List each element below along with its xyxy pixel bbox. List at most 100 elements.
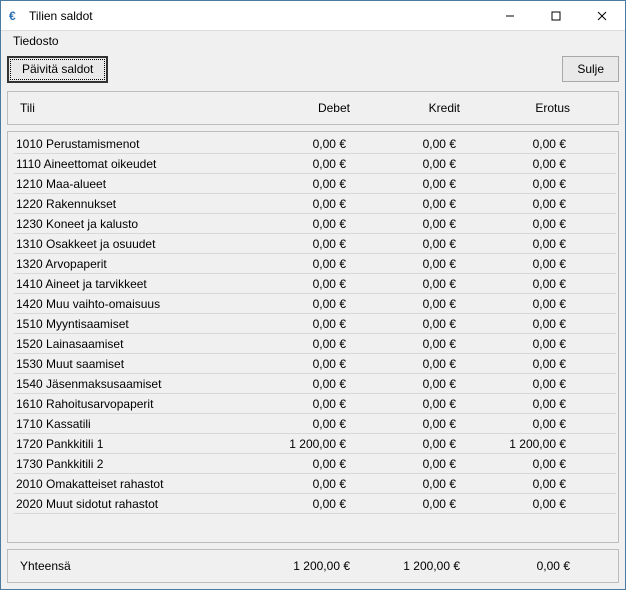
table-row[interactable]: 1010 Perustamismenot0,00 €0,00 €0,00 € [14, 134, 616, 154]
cell-credit: 0,00 € [354, 157, 464, 171]
table-row[interactable]: 1420 Muu vaihto-omaisuus0,00 €0,00 €0,00… [14, 294, 616, 314]
table-row[interactable]: 1530 Muut saamiset0,00 €0,00 €0,00 € [14, 354, 616, 374]
table-row[interactable]: 1510 Myyntisaamiset0,00 €0,00 €0,00 € [14, 314, 616, 334]
cell-account: 1540 Jäsenmaksusaamiset [14, 377, 244, 391]
cell-credit: 0,00 € [354, 317, 464, 331]
cell-debit: 0,00 € [244, 357, 354, 371]
cell-debit: 0,00 € [244, 497, 354, 511]
total-label: Yhteensä [18, 559, 248, 573]
cell-diff: 0,00 € [464, 377, 574, 391]
cell-diff: 0,00 € [464, 497, 574, 511]
table-row[interactable]: 1320 Arvopaperit0,00 €0,00 €0,00 € [14, 254, 616, 274]
table-row[interactable]: 1730 Pankkitili 20,00 €0,00 €0,00 € [14, 454, 616, 474]
cell-credit: 0,00 € [354, 397, 464, 411]
cell-diff: 0,00 € [464, 357, 574, 371]
cell-debit: 0,00 € [244, 297, 354, 311]
table-row[interactable]: 1610 Rahoitusarvopaperit0,00 €0,00 €0,00… [14, 394, 616, 414]
cell-debit: 0,00 € [244, 217, 354, 231]
table-row[interactable]: 1720 Pankkitili 11 200,00 €0,00 €1 200,0… [14, 434, 616, 454]
cell-account: 1010 Perustamismenot [14, 137, 244, 151]
cell-credit: 0,00 € [354, 297, 464, 311]
cell-credit: 0,00 € [354, 457, 464, 471]
table-row[interactable]: 1310 Osakkeet ja osuudet0,00 €0,00 €0,00… [14, 234, 616, 254]
window: € Tilien saldot Tiedosto Päivitä saldot … [0, 0, 626, 590]
cell-diff: 0,00 € [464, 237, 574, 251]
cell-diff: 0,00 € [464, 157, 574, 171]
cell-account: 1510 Myyntisaamiset [14, 317, 244, 331]
cell-account: 1530 Muut saamiset [14, 357, 244, 371]
cell-account: 1230 Koneet ja kalusto [14, 217, 244, 231]
minimize-button[interactable] [487, 1, 533, 31]
cell-diff: 0,00 € [464, 197, 574, 211]
cell-debit: 0,00 € [244, 377, 354, 391]
cell-account: 1210 Maa-alueet [14, 177, 244, 191]
total-credit: 1 200,00 € [358, 559, 468, 573]
cell-credit: 0,00 € [354, 137, 464, 151]
cell-account: 1410 Aineet ja tarvikkeet [14, 277, 244, 291]
cell-diff: 0,00 € [464, 317, 574, 331]
table-row[interactable]: 1520 Lainasaamiset0,00 €0,00 €0,00 € [14, 334, 616, 354]
cell-credit: 0,00 € [354, 377, 464, 391]
cell-debit: 1 200,00 € [244, 437, 354, 451]
cell-diff: 0,00 € [464, 277, 574, 291]
cell-account: 1610 Rahoitusarvopaperit [14, 397, 244, 411]
cell-credit: 0,00 € [354, 177, 464, 191]
cell-credit: 0,00 € [354, 477, 464, 491]
window-title: Tilien saldot [29, 9, 487, 23]
cell-credit: 0,00 € [354, 257, 464, 271]
content: Tili Debet Kredit Erotus 1010 Perustamis… [1, 87, 625, 589]
cell-diff: 0,00 € [464, 137, 574, 151]
table-row[interactable]: 1540 Jäsenmaksusaamiset0,00 €0,00 €0,00 … [14, 374, 616, 394]
cell-debit: 0,00 € [244, 277, 354, 291]
cell-account: 1720 Pankkitili 1 [14, 437, 244, 451]
cell-credit: 0,00 € [354, 337, 464, 351]
close-button[interactable] [579, 1, 625, 31]
table-row[interactable]: 1210 Maa-alueet0,00 €0,00 €0,00 € [14, 174, 616, 194]
cell-diff: 0,00 € [464, 417, 574, 431]
cell-account: 1730 Pankkitili 2 [14, 457, 244, 471]
cell-credit: 0,00 € [354, 237, 464, 251]
rows-scroll[interactable]: 1010 Perustamismenot0,00 €0,00 €0,00 €11… [14, 134, 616, 540]
cell-debit: 0,00 € [244, 137, 354, 151]
table-row[interactable]: 2010 Omakatteiset rahastot0,00 €0,00 €0,… [14, 474, 616, 494]
table-row[interactable]: 1220 Rakennukset0,00 €0,00 €0,00 € [14, 194, 616, 214]
cell-debit: 0,00 € [244, 417, 354, 431]
table-row[interactable]: 1110 Aineettomat oikeudet0,00 €0,00 €0,0… [14, 154, 616, 174]
table-row[interactable]: 1230 Koneet ja kalusto0,00 €0,00 €0,00 € [14, 214, 616, 234]
cell-account: 1520 Lainasaamiset [14, 337, 244, 351]
column-header-panel: Tili Debet Kredit Erotus [7, 91, 619, 125]
cell-diff: 1 200,00 € [464, 437, 574, 451]
cell-diff: 0,00 € [464, 397, 574, 411]
cell-diff: 0,00 € [464, 217, 574, 231]
close-dialog-button[interactable]: Sulje [562, 56, 619, 82]
cell-diff: 0,00 € [464, 457, 574, 471]
col-credit: Kredit [358, 101, 468, 115]
cell-debit: 0,00 € [244, 157, 354, 171]
menubar: Tiedosto [1, 31, 625, 51]
total-diff: 0,00 € [468, 559, 578, 573]
table-row[interactable]: 1710 Kassatili0,00 €0,00 €0,00 € [14, 414, 616, 434]
col-account: Tili [18, 101, 248, 115]
table-row[interactable]: 2020 Muut sidotut rahastot0,00 €0,00 €0,… [14, 494, 616, 514]
cell-debit: 0,00 € [244, 197, 354, 211]
cell-debit: 0,00 € [244, 337, 354, 351]
cell-diff: 0,00 € [464, 297, 574, 311]
cell-credit: 0,00 € [354, 437, 464, 451]
menu-file[interactable]: Tiedosto [7, 33, 65, 49]
total-panel: Yhteensä 1 200,00 € 1 200,00 € 0,00 € [7, 549, 619, 583]
maximize-button[interactable] [533, 1, 579, 31]
cell-debit: 0,00 € [244, 177, 354, 191]
refresh-button[interactable]: Päivitä saldot [7, 56, 108, 83]
cell-debit: 0,00 € [244, 257, 354, 271]
cell-credit: 0,00 € [354, 277, 464, 291]
cell-credit: 0,00 € [354, 357, 464, 371]
cell-credit: 0,00 € [354, 497, 464, 511]
cell-debit: 0,00 € [244, 397, 354, 411]
table-row[interactable]: 1410 Aineet ja tarvikkeet0,00 €0,00 €0,0… [14, 274, 616, 294]
rows-panel: 1010 Perustamismenot0,00 €0,00 €0,00 €11… [7, 131, 619, 543]
cell-account: 1710 Kassatili [14, 417, 244, 431]
col-diff: Erotus [468, 101, 578, 115]
cell-debit: 0,00 € [244, 477, 354, 491]
euro-icon: € [7, 8, 23, 24]
cell-diff: 0,00 € [464, 477, 574, 491]
